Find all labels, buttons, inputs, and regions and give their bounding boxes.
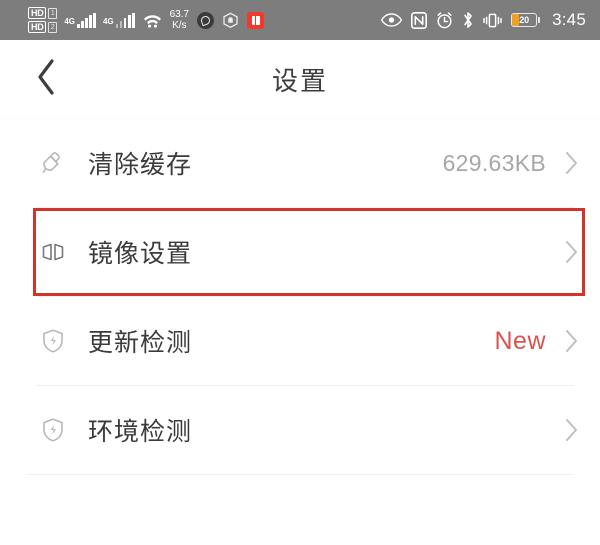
hd-badge: HD	[28, 21, 47, 33]
sim-1-badge: 1	[48, 7, 58, 19]
battery-cap	[538, 17, 541, 23]
app-header: 设置	[0, 40, 600, 119]
signal-bars-icon	[76, 12, 96, 28]
broom-icon	[36, 150, 70, 176]
hd-indicator-sim1: HD 1	[28, 7, 58, 19]
signal-indicator-sim1: 4G	[64, 12, 96, 28]
shield-hexagon-icon	[222, 12, 239, 29]
status-badge-new: New	[494, 326, 546, 355]
list-item-label: 更新检测	[88, 328, 193, 357]
status-bar-clock: 3:45	[552, 10, 586, 29]
page-title: 设置	[271, 66, 328, 97]
list-item-mirror-settings[interactable]: 镜像设置	[0, 208, 600, 296]
back-button[interactable]	[20, 40, 72, 118]
hd-indicator-sim2: HD 2	[28, 21, 58, 33]
list-item-clear-cache[interactable]: 清除缓存 629.63KB	[0, 119, 600, 207]
battery-body: 20	[511, 13, 538, 27]
chevron-right-icon	[562, 151, 578, 175]
battery-level-label: 20	[519, 15, 529, 25]
mirror-icon	[36, 240, 70, 264]
list-item-mirror-settings-wrapper: 镜像设置	[0, 208, 600, 296]
hd-badge: HD	[28, 7, 47, 19]
nfc-icon	[411, 11, 428, 29]
shield-bolt-icon	[36, 417, 70, 443]
hd-volte-indicators: HD 1 HD 2	[28, 7, 58, 33]
chevron-right-icon	[562, 240, 578, 264]
list-item-update-check[interactable]: 更新检测 New	[0, 297, 600, 385]
signal-indicator-sim2: 4G	[102, 12, 135, 28]
browser-icon	[197, 11, 215, 29]
chevron-left-icon	[35, 58, 57, 101]
network-type-label: 4G	[64, 16, 75, 26]
wifi-icon	[143, 13, 162, 28]
chevron-right-icon	[562, 329, 578, 353]
status-bar: HD 1 HD 2 4G 4G 63.7 K/s 20 3:45	[0, 0, 600, 40]
signal-bars-icon	[115, 12, 135, 28]
sim-2-badge: 2	[48, 21, 58, 33]
chevron-right-icon	[562, 418, 578, 442]
network-type-label: 4G	[102, 16, 114, 26]
network-speed-indicator: 63.7 K/s	[170, 9, 189, 31]
list-item-label: 清除缓存	[88, 150, 193, 179]
alarm-clock-icon	[436, 11, 453, 29]
network-speed-value: 63.7	[169, 9, 190, 20]
status-bar-right: 20 3:45	[381, 10, 590, 30]
book-app-icon	[247, 11, 265, 29]
battery-indicator: 20	[511, 13, 541, 27]
vibrate-icon	[483, 12, 502, 29]
network-speed-unit: K/s	[172, 20, 187, 31]
status-bar-left: HD 1 HD 2 4G 4G 63.7 K/s	[28, 7, 265, 33]
list-bottom-filler	[0, 475, 600, 545]
cache-size-value: 629.63KB	[442, 149, 546, 176]
list-item-label: 镜像设置	[88, 239, 193, 268]
shield-bolt-icon	[36, 328, 70, 354]
list-item-label: 环境检测	[88, 417, 193, 446]
settings-list: 清除缓存 629.63KB 镜像设置 更新检测 New 环境检测	[0, 119, 600, 545]
eye-icon	[381, 13, 403, 27]
bluetooth-icon	[462, 11, 474, 29]
list-item-environment-check[interactable]: 环境检测	[0, 386, 600, 474]
